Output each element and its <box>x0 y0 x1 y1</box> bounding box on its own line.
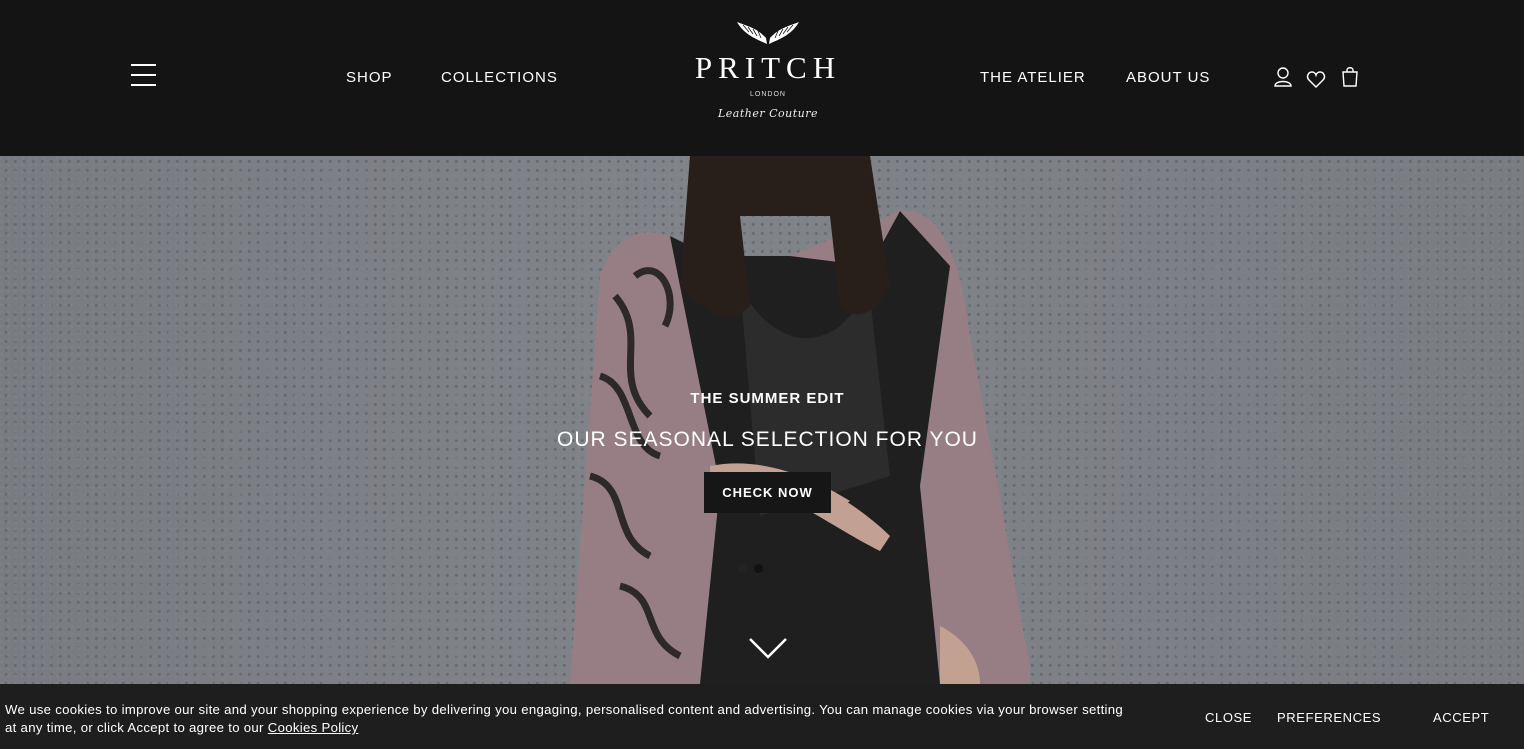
account-icon[interactable] <box>1273 66 1293 88</box>
carousel-dot-1[interactable] <box>738 564 747 573</box>
nav-shop[interactable]: SHOP <box>346 69 393 86</box>
cookie-accept-button[interactable]: ACCEPT <box>1433 710 1489 725</box>
cookie-message: We use cookies to improve our site and y… <box>5 701 1200 737</box>
logo-tagline: Leather Couture <box>717 107 819 120</box>
shopping-bag-icon[interactable] <box>1340 66 1360 88</box>
cookies-policy-link[interactable]: Cookies Policy <box>268 720 359 735</box>
logo-city: LONDON <box>750 91 786 98</box>
nav-collections[interactable]: COLLECTIONS <box>441 69 558 86</box>
site-header: SHOP COLLECTIONS PRITCH LONDON Leather C… <box>0 0 1524 156</box>
hero-eyebrow: THE SUMMER EDIT <box>690 390 845 407</box>
hero-overlay <box>0 156 1524 684</box>
nav-about-us[interactable]: ABOUT US <box>1126 69 1210 86</box>
cookie-preferences-button[interactable]: PREFERENCES <box>1277 710 1381 725</box>
heart-icon[interactable] <box>1306 69 1326 91</box>
wings-icon <box>737 22 799 44</box>
chevron-down-icon[interactable] <box>748 636 788 660</box>
nav-the-atelier[interactable]: THE ATELIER <box>980 69 1086 86</box>
cookie-close-button[interactable]: CLOSE <box>1205 710 1252 725</box>
logo-wordmark: PRITCH <box>694 50 842 85</box>
brand-logo[interactable]: PRITCH LONDON Leather Couture <box>668 18 868 148</box>
carousel-dot-2[interactable] <box>754 564 763 573</box>
cookie-banner: We use cookies to improve our site and y… <box>0 684 1524 749</box>
hero-banner: THE SUMMER EDIT OUR SEASONAL SELECTION F… <box>0 156 1524 684</box>
hamburger-menu-icon[interactable] <box>131 64 156 86</box>
cookie-message-line2: at any time, or click Accept to agree to… <box>5 720 264 735</box>
check-now-button[interactable]: CHECK NOW <box>704 472 831 513</box>
hero-title: OUR SEASONAL SELECTION FOR YOU <box>557 428 978 451</box>
cookie-message-line1: We use cookies to improve our site and y… <box>5 702 1124 717</box>
